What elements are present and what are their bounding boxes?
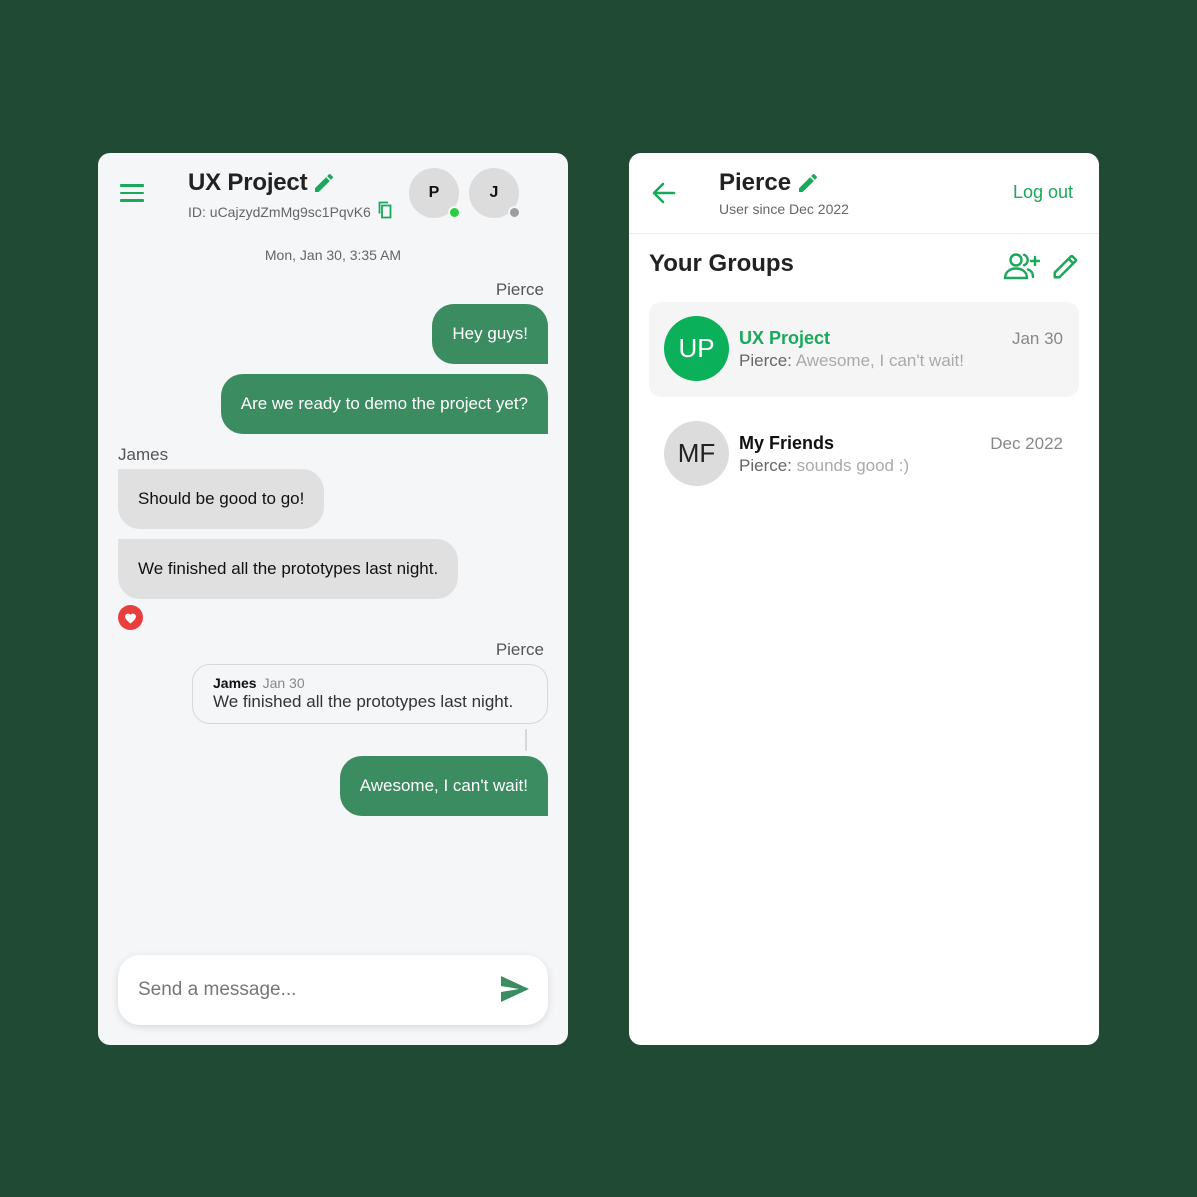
- menu-icon-line: [120, 199, 144, 202]
- group-preview: Pierce: sounds good :): [739, 456, 909, 476]
- group-list-item[interactable]: MF My Friends Dec 2022 Pierce: sounds go…: [649, 407, 1079, 502]
- add-user-icon[interactable]: [1003, 252, 1041, 285]
- offline-status-dot: [508, 206, 521, 219]
- section-title: Your Groups: [649, 250, 794, 277]
- edit-icon[interactable]: [1051, 251, 1081, 286]
- profile-name: Pierce: [719, 169, 792, 196]
- group-date: Jan 30: [1011, 329, 1063, 348]
- copy-icon[interactable]: [377, 201, 393, 222]
- menu-button[interactable]: [118, 181, 148, 205]
- online-status-dot: [448, 206, 461, 219]
- message-bubble-outgoing[interactable]: Awesome, I can't wait!: [339, 756, 548, 816]
- reply-author: James: [213, 675, 257, 691]
- chat-timestamp: Mon, Jan 30, 3:35 AM: [264, 247, 402, 263]
- back-arrow-icon[interactable]: [651, 181, 677, 210]
- reply-date: Jan 30: [262, 675, 305, 691]
- menu-icon-line: [120, 184, 144, 187]
- sender-name: Pierce: [495, 640, 544, 659]
- message-bubble-outgoing[interactable]: Hey guys!: [432, 304, 548, 364]
- member-initial: J: [489, 184, 499, 201]
- group-avatar: MF: [664, 421, 729, 486]
- sender-name: Pierce: [495, 280, 544, 299]
- message-bubble-incoming[interactable]: Should be good to go!: [118, 469, 325, 529]
- group-date: Dec 2022: [990, 434, 1063, 453]
- chat-header: UX Project ID: uCajzydZmMg9sc1PqvK6: [188, 169, 393, 222]
- preview-author: Pierce:: [739, 456, 792, 475]
- send-icon[interactable]: [500, 975, 530, 1008]
- preview-text: Awesome, I can't wait!: [795, 351, 965, 370]
- member-avatar-p[interactable]: P: [409, 168, 461, 219]
- message-text: Awesome, I can't wait!: [359, 776, 528, 795]
- user-since: User since Dec 2022: [719, 201, 849, 218]
- group-list-item[interactable]: UP UX Project Jan 30 Pierce: Awesome, I …: [649, 302, 1079, 397]
- message-text: Hey guys!: [452, 324, 528, 343]
- message-input[interactable]: [138, 973, 478, 1007]
- menu-icon-line: [120, 191, 144, 195]
- member-initial: P: [428, 184, 440, 201]
- logout-button[interactable]: Log out: [1013, 182, 1073, 203]
- group-name: UX Project: [739, 328, 831, 348]
- group-preview: Pierce: Awesome, I can't wait!: [739, 351, 964, 371]
- message-text: Should be good to go!: [138, 489, 305, 508]
- chat-title: UX Project: [188, 169, 308, 196]
- quoted-reply[interactable]: James Jan 30 We finished all the prototyp…: [192, 664, 548, 724]
- heart-icon: [125, 613, 136, 624]
- reply-text: We finished all the prototypes last nigh…: [213, 692, 514, 711]
- message-text: Are we ready to demo the project yet?: [240, 394, 528, 413]
- heart-reaction[interactable]: [118, 605, 143, 630]
- chat-id: ID: uCajzydZmMg9sc1PqvK6: [188, 203, 371, 220]
- profile-header: Pierce User since Dec 2022: [719, 169, 849, 217]
- edit-icon[interactable]: [796, 171, 820, 200]
- group-name: My Friends: [739, 433, 835, 453]
- chat-panel: UX Project ID: uCajzydZmMg9sc1PqvK6 P J …: [98, 153, 568, 1045]
- header-divider: [629, 233, 1099, 234]
- message-bubble-outgoing[interactable]: Are we ready to demo the project yet?: [220, 374, 548, 434]
- sender-name: James: [118, 445, 169, 464]
- group-avatar: UP: [664, 316, 729, 381]
- preview-text: sounds good :): [796, 456, 910, 475]
- message-composer: [118, 955, 548, 1025]
- member-avatar-j[interactable]: J: [469, 168, 521, 219]
- message-bubble-incoming[interactable]: We finished all the prototypes last nigh…: [118, 539, 459, 599]
- edit-icon[interactable]: [312, 171, 336, 200]
- preview-author: Pierce:: [739, 351, 792, 370]
- groups-panel: Pierce User since Dec 2022 Log out Your …: [629, 153, 1099, 1045]
- reply-connector: [525, 729, 527, 751]
- message-text: We finished all the prototypes last nigh…: [138, 559, 439, 578]
